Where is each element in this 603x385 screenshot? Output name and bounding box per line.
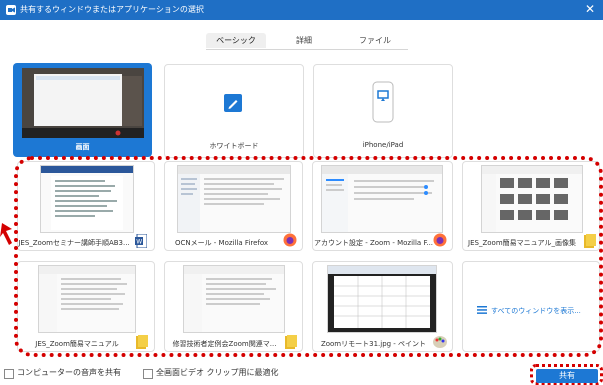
- title-bar: 共有するウィンドウまたはアプリケーションの選択 ✕: [0, 0, 603, 20]
- zoom-app-icon: [6, 5, 16, 15]
- share-button[interactable]: 共有: [536, 369, 598, 383]
- optimize-video-label: 全画面ビデオ クリップ用に最適化: [156, 368, 279, 377]
- screen-preview-image: [22, 68, 144, 138]
- tab-advanced[interactable]: 詳細: [274, 33, 334, 48]
- share-tile-screen[interactable]: 画面: [13, 63, 152, 157]
- whiteboard-tile-label: ホワイトボード: [209, 142, 259, 150]
- share-tile-iphone[interactable]: iPhone/iPad: [313, 64, 453, 158]
- share-audio-label: コンピューターの音声を共有: [17, 368, 121, 377]
- annotation-arrow-icon: [0, 223, 12, 245]
- screen-thumbnail: [21, 67, 145, 139]
- tab-files[interactable]: ファイル: [342, 33, 408, 48]
- iphone-tile-label: iPhone/iPad: [362, 141, 404, 149]
- screen-tile-label: 画面: [75, 143, 90, 151]
- highlight-annotation: [14, 156, 603, 357]
- iphone-icon: [372, 81, 394, 123]
- optimize-video-checkbox[interactable]: [143, 369, 153, 379]
- share-audio-checkbox[interactable]: [4, 369, 14, 379]
- tab-bar: ベーシック 詳細 ファイル: [206, 33, 408, 50]
- share-tile-whiteboard[interactable]: ホワイトボード: [164, 64, 304, 158]
- window-title: 共有するウィンドウまたはアプリケーションの選択: [20, 5, 204, 14]
- close-icon[interactable]: ✕: [583, 2, 597, 16]
- pencil-icon: [224, 94, 242, 112]
- tab-basic[interactable]: ベーシック: [206, 33, 266, 48]
